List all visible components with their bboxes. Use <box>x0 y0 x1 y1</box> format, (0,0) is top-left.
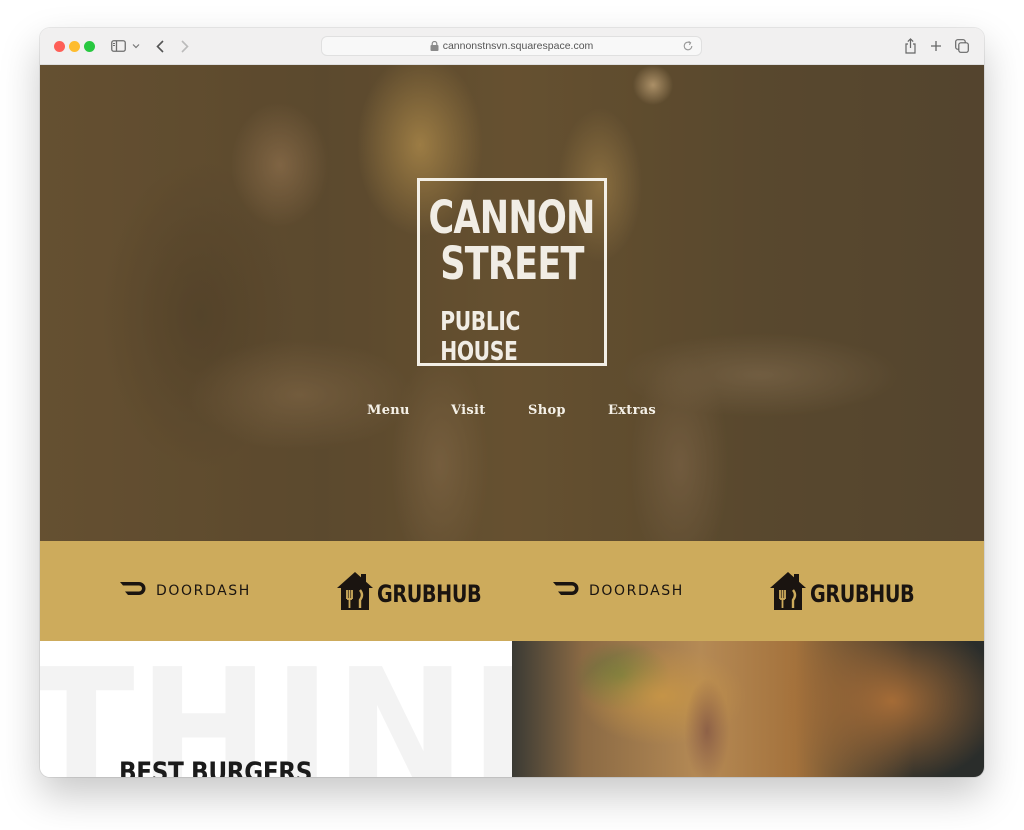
feature-heading: BEST BURGERS <box>119 757 313 777</box>
doordash-link[interactable]: DOORDASH <box>120 582 251 600</box>
feature-text-panel: THINK BEST BURGERS <box>40 641 512 777</box>
main-nav: Menu Visit Shop Extras <box>40 403 984 423</box>
grubhub-house-icon <box>769 571 807 616</box>
nav-item-extras[interactable]: Extras <box>608 403 656 418</box>
doordash-logo-icon <box>553 582 582 600</box>
lock-icon <box>430 40 439 51</box>
grubhub-label: GRUBHUB <box>377 579 482 608</box>
site-logo[interactable]: CANNON STREET PUBLIC HOUSE <box>417 178 607 367</box>
logo-line-cannon: CANNON <box>428 191 596 244</box>
logo-line-public-house: PUBLIC HOUSE <box>440 307 521 367</box>
close-window-button[interactable] <box>54 41 65 52</box>
logo-line-street: STREET <box>440 237 584 290</box>
tabs-overview-icon[interactable] <box>954 37 970 55</box>
doordash-link[interactable]: DOORDASH <box>553 582 684 600</box>
url-text: cannonstnsvn.squarespace.com <box>442 40 594 52</box>
doordash-logo-icon <box>120 582 149 600</box>
browser-window: cannonstnsvn.squarespace.com CANNON STRE… <box>40 28 984 777</box>
share-icon[interactable] <box>902 37 918 55</box>
nav-item-shop[interactable]: Shop <box>528 403 566 418</box>
minimize-window-button[interactable] <box>69 41 80 52</box>
browser-toolbar: cannonstnsvn.squarespace.com <box>40 28 984 65</box>
sidebar-icon[interactable] <box>110 37 126 55</box>
chevron-down-icon[interactable] <box>131 37 141 55</box>
grubhub-link[interactable]: GRUBHUB <box>336 571 507 616</box>
grubhub-house-icon <box>336 571 374 616</box>
maximize-window-button[interactable] <box>84 41 95 52</box>
grubhub-link[interactable]: GRUBHUB <box>769 571 940 616</box>
web-page: CANNON STREET PUBLIC HOUSE Menu Visit Sh… <box>40 65 984 777</box>
address-bar[interactable]: cannonstnsvn.squarespace.com <box>321 36 702 56</box>
plus-icon[interactable] <box>928 37 944 55</box>
delivery-partners-band: DOORDASH GRUBHUB DOORDASH GRUBHUB <box>40 541 984 641</box>
chevron-right-icon[interactable] <box>178 37 192 55</box>
hero-section: CANNON STREET PUBLIC HOUSE Menu Visit Sh… <box>40 65 984 541</box>
doordash-label: DOORDASH <box>589 583 684 599</box>
chevron-left-icon[interactable] <box>153 37 167 55</box>
nav-item-menu[interactable]: Menu <box>367 403 410 418</box>
doordash-label: DOORDASH <box>156 583 251 599</box>
grubhub-label: GRUBHUB <box>810 579 915 608</box>
food-photo <box>512 641 984 777</box>
nav-item-visit[interactable]: Visit <box>451 403 486 418</box>
reload-icon[interactable] <box>682 40 694 52</box>
